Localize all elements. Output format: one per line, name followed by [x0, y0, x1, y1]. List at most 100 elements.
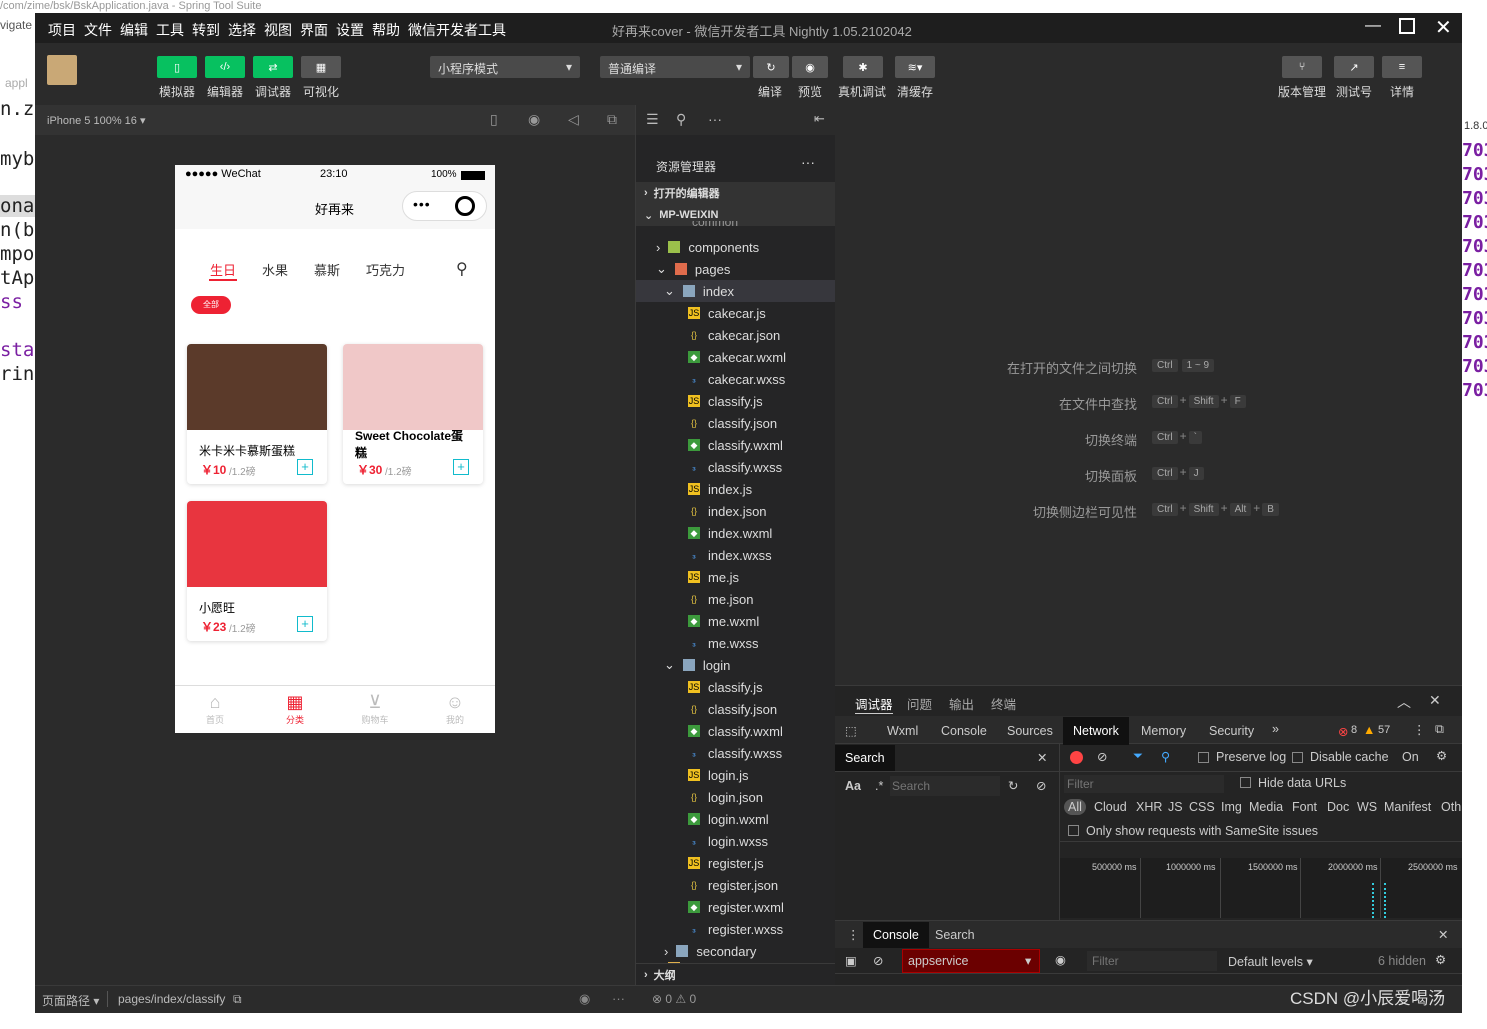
throttle-select[interactable]: On: [1402, 750, 1419, 764]
tree-file[interactable]: ◆ register.wxml: [636, 896, 836, 918]
menu-project[interactable]: 项目: [48, 20, 76, 40]
kebab-icon[interactable]: ⋮: [1413, 722, 1426, 737]
menu-goto[interactable]: 转到: [192, 20, 220, 40]
log-levels-select[interactable]: Default levels ▾: [1228, 954, 1313, 969]
search-icon[interactable]: ⚲: [1161, 749, 1170, 764]
add-icon[interactable]: +: [453, 459, 469, 475]
tree-file[interactable]: {} login.json: [636, 786, 836, 808]
compile-mode-select[interactable]: 普通编译 ▾: [600, 56, 750, 78]
tree-file[interactable]: ◆ classify.wxml: [636, 720, 836, 742]
menu-help[interactable]: 帮助: [372, 20, 400, 40]
network-filter-input[interactable]: [1064, 775, 1224, 793]
panel-security[interactable]: Security: [1209, 724, 1254, 738]
clear-cache-button[interactable]: ≋▾: [895, 56, 935, 78]
clear-icon[interactable]: ⊘: [873, 953, 883, 968]
tab-fruit[interactable]: 水果: [262, 260, 288, 279]
tree-file[interactable]: JS classify.js: [636, 390, 836, 412]
type-filter[interactable]: XHR: [1136, 800, 1162, 814]
gear-icon[interactable]: ⚙: [1435, 952, 1446, 967]
tree-folder-index[interactable]: ⌄ index: [636, 280, 836, 302]
tree-file[interactable]: ◆ index.wxml: [636, 522, 836, 544]
clear-icon[interactable]: ⊘: [1097, 749, 1107, 764]
match-case-toggle[interactable]: Aa: [845, 779, 861, 793]
sidebar-toggle-icon[interactable]: ▣: [845, 953, 857, 968]
tree-file[interactable]: ₃ me.wxss: [636, 632, 836, 654]
page-path-label[interactable]: 页面路径 ▾: [42, 992, 99, 1009]
menu-tools[interactable]: 工具: [156, 20, 184, 40]
more-icon[interactable]: •••: [413, 196, 431, 212]
type-filter[interactable]: Manifest: [1384, 800, 1431, 814]
kebab-icon[interactable]: ⋮: [847, 927, 860, 942]
tabbar-me[interactable]: ☺ 我的: [435, 692, 475, 726]
more-icon[interactable]: ···: [708, 111, 722, 127]
panel-sources[interactable]: Sources: [1007, 724, 1053, 738]
tab-output[interactable]: 输出: [949, 694, 974, 713]
tree-folder-pages[interactable]: ⌄ pages: [636, 258, 836, 280]
close-icon[interactable]: ✕: [1435, 15, 1452, 40]
filter-icon[interactable]: ⏷: [1133, 749, 1143, 764]
real-debug-button[interactable]: ✱: [843, 56, 883, 78]
context-select[interactable]: appservice ▾: [902, 949, 1040, 973]
menu-settings[interactable]: 设置: [336, 20, 364, 40]
menu-file[interactable]: 文件: [84, 20, 112, 40]
type-filter[interactable]: CSS: [1189, 800, 1215, 814]
clear-icon[interactable]: ⊘: [1036, 778, 1046, 793]
tree-file[interactable]: {} cakecar.json: [636, 324, 836, 346]
record-icon[interactable]: [1070, 751, 1083, 764]
menu-select[interactable]: 选择: [228, 20, 256, 40]
all-badge[interactable]: 全部: [191, 296, 231, 314]
more-icon[interactable]: ···: [612, 991, 625, 1006]
minimize-icon[interactable]: —: [1365, 17, 1381, 35]
tree-file[interactable]: JS login.js: [636, 764, 836, 786]
close-icon[interactable]: ✕: [1037, 750, 1047, 765]
more-icon[interactable]: ···: [801, 154, 815, 170]
tree-file[interactable]: {} classify.json: [636, 698, 836, 720]
tree-file[interactable]: {} classify.json: [636, 412, 836, 434]
hide-data-checkbox[interactable]: [1240, 777, 1251, 788]
tree-file[interactable]: ₃ index.wxss: [636, 544, 836, 566]
panel-memory[interactable]: Memory: [1141, 724, 1186, 738]
tabbar-category[interactable]: ▦ 分类: [275, 692, 315, 726]
details-button[interactable]: ≡: [1382, 56, 1422, 78]
tabbar-cart[interactable]: ⊻ 购物车: [355, 692, 395, 726]
search-input[interactable]: [890, 776, 1000, 796]
tree-file[interactable]: ◆ classify.wxml: [636, 434, 836, 456]
tab-mousse[interactable]: 慕斯: [314, 260, 340, 279]
console-tab[interactable]: Console: [863, 922, 929, 948]
mode-select[interactable]: 小程序模式 ▾: [430, 56, 580, 78]
volume-icon[interactable]: ◁: [568, 111, 579, 128]
open-editors-section[interactable]: › 打开的编辑器: [636, 182, 836, 204]
type-filter[interactable]: Cloud: [1094, 800, 1127, 814]
version-button[interactable]: ⑂: [1282, 56, 1322, 78]
tree-file[interactable]: ₃ cakecar.wxss: [636, 368, 836, 390]
tree-file[interactable]: {} register.json: [636, 874, 836, 896]
type-filter[interactable]: WS: [1357, 800, 1377, 814]
tree-file[interactable]: JS cakecar.js: [636, 302, 836, 324]
collapse-icon[interactable]: ⇤: [814, 111, 825, 127]
compile-button[interactable]: ↻: [753, 56, 789, 78]
record-icon[interactable]: ◉: [528, 111, 540, 128]
tree-folder-components[interactable]: › components: [636, 236, 836, 258]
tree-file[interactable]: ◆ me.wxml: [636, 610, 836, 632]
tree-file[interactable]: {} index.json: [636, 500, 836, 522]
tree-file[interactable]: ₃ classify.wxss: [636, 456, 836, 478]
popout-icon[interactable]: ⧉: [607, 111, 617, 128]
type-filter[interactable]: All: [1064, 799, 1086, 815]
visual-toggle[interactable]: ▦: [301, 56, 341, 78]
editor-toggle[interactable]: ‹/›: [205, 56, 245, 78]
refresh-icon[interactable]: ↻: [1008, 778, 1018, 793]
search-tab[interactable]: Search: [835, 745, 895, 771]
search-drawer-tab[interactable]: Search: [935, 928, 975, 942]
panel-wxml[interactable]: Wxml: [887, 724, 918, 738]
more-tabs-icon[interactable]: »: [1272, 722, 1279, 736]
tabbar-home[interactable]: ⌂ 首页: [195, 692, 235, 726]
add-icon[interactable]: +: [297, 459, 313, 475]
preview-button[interactable]: ◉: [792, 56, 828, 78]
menu-view[interactable]: 视图: [264, 20, 292, 40]
eye-icon[interactable]: ◉: [1055, 952, 1066, 967]
tree-folder-secondary[interactable]: › secondary: [636, 940, 836, 962]
tree-file[interactable]: JS register.js: [636, 852, 836, 874]
dock-icon[interactable]: ⧉: [1435, 722, 1444, 737]
disable-cache-checkbox[interactable]: [1292, 752, 1303, 763]
menu-interface[interactable]: 界面: [300, 20, 328, 40]
